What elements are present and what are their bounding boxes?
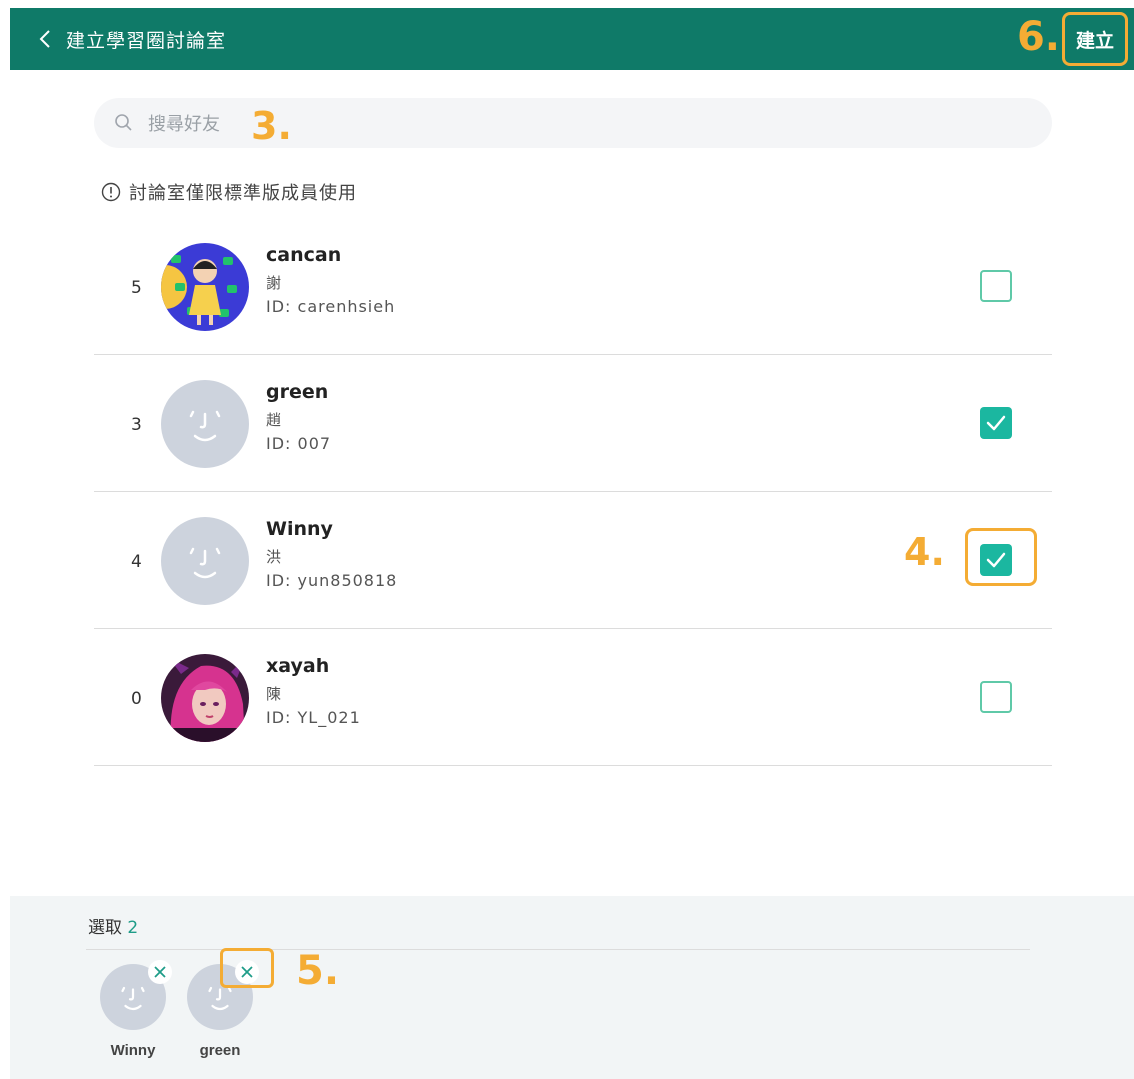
remove-chip-button[interactable] [148, 960, 172, 984]
friend-list: 5 cancan 謝 ID: carenhsieh 3 green 趙 ID: … [94, 218, 1052, 766]
friend-info: xayah 陳 ID: YL_021 [266, 653, 361, 729]
friend-info: cancan 謝 ID: carenhsieh [266, 242, 395, 318]
default-face-avatar [161, 517, 249, 605]
header-bar: 建立學習圈討論室 6. 建立 [10, 8, 1134, 70]
friend-index: 5 [131, 278, 142, 298]
friend-row[interactable]: 0 xayah 陳 ID: YL_021 [94, 629, 1052, 766]
search-input[interactable] [148, 110, 648, 138]
default-face-avatar [161, 380, 249, 468]
friend-id: ID: YL_021 [266, 708, 361, 727]
friend-row[interactable]: 4 Winny 洪 ID: yun850818 4. [94, 492, 1052, 629]
friend-name: xayah [266, 655, 330, 677]
chip-name: green [199, 1042, 241, 1059]
friend-name: green [266, 381, 329, 403]
search-bar[interactable] [94, 98, 1052, 148]
friend-row[interactable]: 5 cancan 謝 ID: carenhsieh [94, 218, 1052, 355]
create-button[interactable]: 建立 [1062, 12, 1128, 66]
friend-subname: 洪 [266, 548, 282, 566]
select-checkbox[interactable] [980, 681, 1012, 713]
close-icon [154, 966, 166, 978]
check-icon [986, 415, 1006, 431]
annotation-step-4: 4. [904, 530, 945, 574]
friend-name: cancan [266, 244, 342, 266]
page-title: 建立學習圈討論室 [66, 30, 227, 52]
selected-count: 2 [127, 918, 139, 938]
friend-id: ID: carenhsieh [266, 297, 396, 316]
chip-name: Winny [110, 1042, 156, 1059]
friend-subname: 趙 [266, 411, 282, 429]
friend-info: Winny 洪 ID: yun850818 [266, 516, 397, 592]
check-icon [986, 552, 1006, 568]
friend-name: Winny [266, 518, 333, 540]
friend-row[interactable]: 3 green 趙 ID: 007 [94, 355, 1052, 492]
friend-index: 4 [131, 552, 142, 572]
friend-info: green 趙 ID: 007 [266, 379, 331, 455]
friend-subname: 謝 [266, 274, 282, 292]
selected-label-text: 選取 [88, 918, 122, 938]
select-checkbox[interactable] [980, 544, 1012, 576]
back-icon[interactable] [36, 28, 56, 50]
notice-text: 討論室僅限標準版成員使用 [129, 183, 357, 204]
app-window: 建立學習圈討論室 6. 建立 3. 討論室僅限標準版成員使用 5 [10, 8, 1134, 1079]
cartoon-girl-avatar [161, 243, 249, 331]
friend-id: ID: 007 [266, 434, 332, 453]
highlight-box [220, 948, 274, 988]
friend-index: 0 [131, 689, 142, 709]
friend-subname: 陳 [266, 685, 282, 703]
annotation-step-5: 5. [296, 948, 340, 994]
notice: 討論室僅限標準版成員使用 [101, 179, 357, 205]
friend-index: 3 [131, 415, 142, 435]
select-checkbox[interactable] [980, 270, 1012, 302]
search-icon [115, 114, 132, 131]
selected-chip: Winny [100, 960, 172, 1059]
annotation-step-3: 3. [251, 104, 292, 148]
annotation-step-6: 6. [1016, 14, 1060, 60]
pink-hair-character-avatar [161, 654, 249, 742]
friend-id: ID: yun850818 [266, 571, 398, 590]
selection-panel: 選取 2 Winny green 5. [10, 896, 1134, 1079]
info-icon [101, 182, 121, 202]
select-checkbox[interactable] [980, 407, 1012, 439]
selected-count-label: 選取 2 [88, 913, 138, 938]
